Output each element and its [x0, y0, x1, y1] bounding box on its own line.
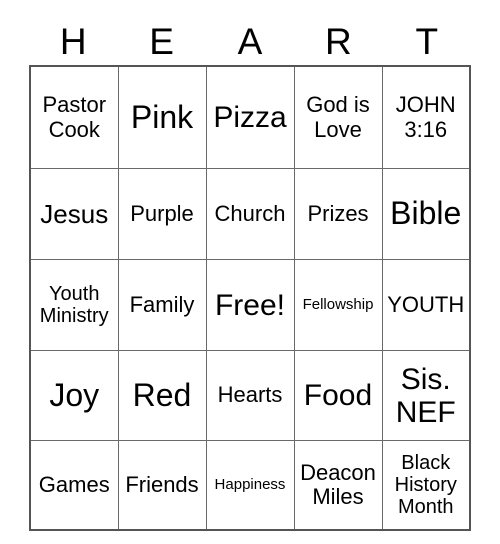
- bingo-cell[interactable]: Happiness: [205, 440, 295, 531]
- bingo-cell[interactable]: Family: [117, 259, 207, 351]
- bingo-cell-label: Food: [303, 379, 373, 412]
- bingo-cell-label: Youth Ministry: [39, 283, 109, 327]
- bingo-cell-label: Fellowship: [302, 295, 374, 313]
- bingo-header-letter-h: H: [59, 21, 87, 62]
- bingo-cell-label: Jesus: [40, 198, 109, 229]
- bingo-cell[interactable]: Games: [29, 440, 119, 531]
- bingo-cell[interactable]: Joy: [29, 350, 119, 441]
- bingo-cell-label: Prizes: [307, 200, 369, 226]
- bingo-cell[interactable]: Pink: [117, 65, 207, 169]
- bingo-cell-label: Pizza: [213, 101, 287, 134]
- bingo-header-letter-e: E: [149, 21, 174, 62]
- bingo-cell-label: Family: [129, 291, 195, 317]
- bingo-row: Jesus Purple Church Prizes Bible: [29, 168, 471, 260]
- bingo-cell[interactable]: Pizza: [205, 65, 295, 169]
- bingo-cell-label: Pastor Cook: [42, 92, 107, 142]
- bingo-cell[interactable]: Black History Month: [381, 440, 471, 531]
- bingo-cell-label: Games: [38, 471, 110, 497]
- bingo-cell-label: Hearts: [217, 382, 283, 408]
- bingo-cell-label: Happiness: [214, 475, 286, 493]
- bingo-cell-label: JOHN 3:16: [395, 92, 456, 142]
- bingo-cell-label: God is Love: [306, 92, 370, 142]
- bingo-cell[interactable]: Food: [293, 350, 383, 441]
- bingo-row: Pastor Cook Pink Pizza God is Love JOHN …: [29, 65, 471, 169]
- bingo-cell[interactable]: YOUTH: [381, 259, 471, 351]
- bingo-cell[interactable]: Pastor Cook: [29, 65, 119, 169]
- bingo-cell-label: Pink: [130, 98, 194, 135]
- bingo-grid: Pastor Cook Pink Pizza God is Love JOHN …: [29, 65, 471, 531]
- bingo-cell-label: Red: [132, 376, 192, 413]
- bingo-row: Joy Red Hearts Food Sis. NEF: [29, 350, 471, 441]
- bingo-cell-label: YOUTH: [387, 291, 465, 317]
- bingo-cell-label: Bible: [390, 195, 462, 232]
- bingo-cell-label: Sis. NEF: [395, 362, 456, 429]
- bingo-cell-label: Deacon Miles: [300, 459, 376, 509]
- bingo-cell[interactable]: Red: [117, 350, 207, 441]
- bingo-cell[interactable]: Youth Ministry: [29, 259, 119, 351]
- bingo-row: Games Friends Happiness Deacon Miles Bla…: [29, 440, 471, 531]
- bingo-header-letter-r: R: [325, 21, 352, 62]
- bingo-header-letter-a: A: [237, 21, 263, 62]
- bingo-cell[interactable]: Deacon Miles: [293, 440, 383, 531]
- bingo-row: Youth Ministry Family Free! Fellowship Y…: [29, 259, 471, 351]
- bingo-cell[interactable]: Purple: [117, 168, 207, 260]
- bingo-cell-free[interactable]: Free!: [205, 259, 295, 351]
- bingo-cell[interactable]: Hearts: [205, 350, 295, 441]
- bingo-card: H E A R T Pastor Cook Pink Pizza God is …: [0, 0, 500, 544]
- bingo-cell[interactable]: Church: [205, 168, 295, 260]
- bingo-header-row: H E A R T: [29, 18, 471, 65]
- bingo-cell-label: Free!: [214, 288, 286, 322]
- bingo-cell[interactable]: Bible: [381, 168, 471, 260]
- bingo-cell[interactable]: Friends: [117, 440, 207, 531]
- bingo-cell[interactable]: Prizes: [293, 168, 383, 260]
- bingo-card-body: H E A R T Pastor Cook Pink Pizza God is …: [29, 18, 471, 531]
- bingo-cell-label: Church: [214, 200, 286, 226]
- bingo-cell[interactable]: Jesus: [29, 168, 119, 260]
- bingo-cell[interactable]: Fellowship: [293, 259, 383, 351]
- bingo-cell-label: Joy: [49, 376, 100, 413]
- bingo-cell[interactable]: God is Love: [293, 65, 383, 169]
- bingo-cell[interactable]: Sis. NEF: [381, 350, 471, 441]
- bingo-cell-label: Friends: [125, 471, 199, 497]
- bingo-cell[interactable]: JOHN 3:16: [381, 65, 471, 169]
- bingo-cell-label: Black History Month: [394, 452, 457, 518]
- bingo-cell-label: Purple: [130, 200, 194, 226]
- bingo-header-letter-t: T: [415, 21, 439, 62]
